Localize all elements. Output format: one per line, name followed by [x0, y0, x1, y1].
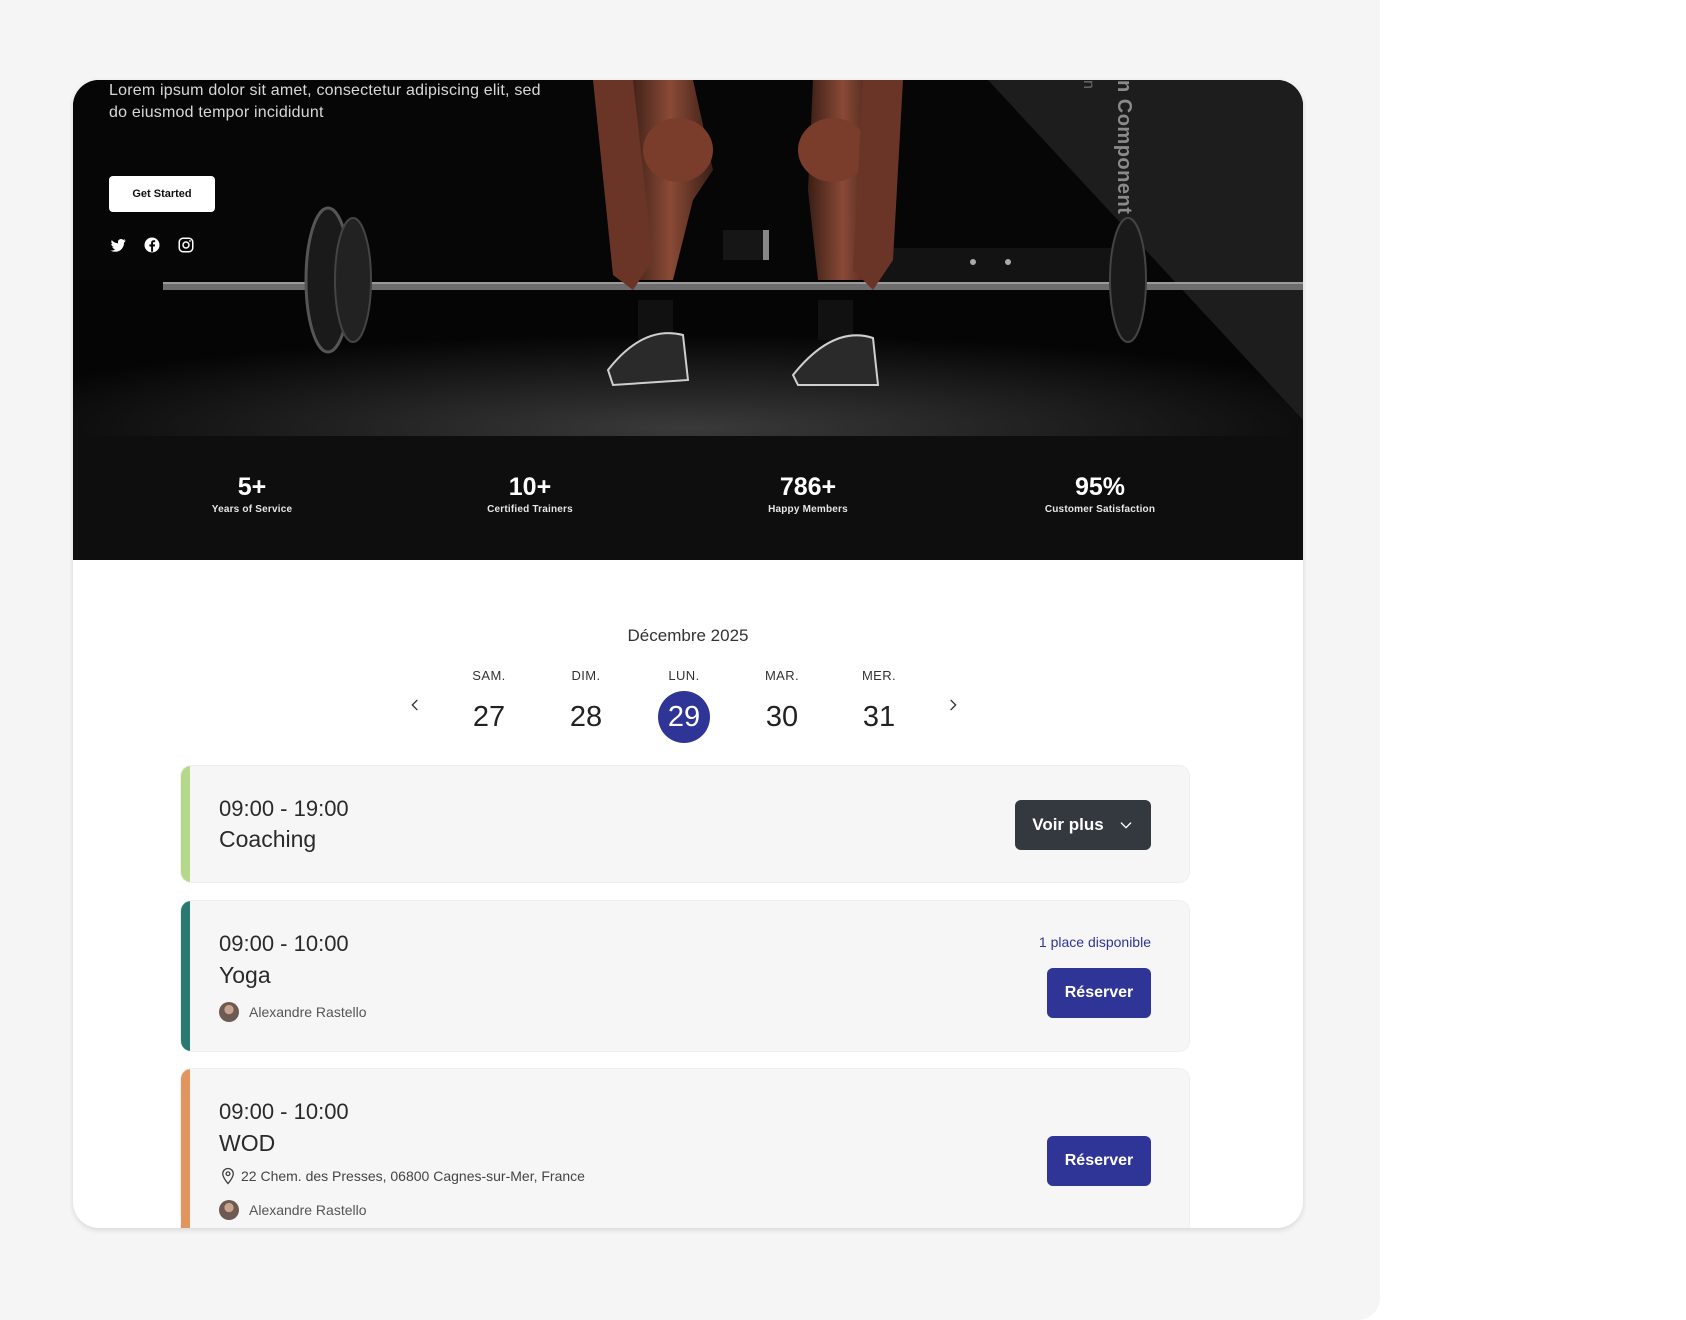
social-links: [109, 236, 195, 254]
vertical-label-fragment: n: [1080, 80, 1097, 89]
hero-description: Lorem ipsum dolor sit amet, consectetur …: [109, 82, 541, 121]
stat-label: Years of Service: [211, 504, 293, 515]
stat-years: 5+ Years of Service: [152, 472, 352, 515]
get-started-button[interactable]: Get Started: [109, 176, 215, 212]
day-date: 28: [569, 701, 603, 733]
vertical-label: n Component: [1113, 80, 1135, 215]
chevron-down-icon: [1120, 822, 1132, 829]
instagram-icon[interactable]: [177, 236, 195, 254]
chevron-right-icon: [950, 699, 957, 711]
event-title: WOD: [219, 1130, 276, 1156]
facebook-icon[interactable]: [143, 236, 161, 254]
event-address: 22 Chem. des Presses, 06800 Cagnes-sur-M…: [219, 1167, 585, 1185]
event-time: 09:00 - 10:00: [219, 931, 349, 956]
day-name: DIM.: [571, 668, 601, 683]
reserve-button[interactable]: Réserver: [1047, 1136, 1151, 1186]
calendar-day-27[interactable]: SAM. 27: [454, 666, 524, 743]
reserve-button[interactable]: Réserver: [1047, 968, 1151, 1018]
event-accent-bar: [181, 1069, 190, 1228]
event-card-coaching: 09:00 - 19:00 Coaching Voir plus: [181, 766, 1189, 882]
stat-trainers: 10+ Certified Trainers: [430, 472, 630, 515]
day-name: SAM.: [472, 668, 506, 683]
stat-value: 786+: [779, 473, 837, 501]
stat-value: 5+: [237, 473, 267, 501]
stat-value: 95%: [1074, 473, 1126, 501]
calendar-day-30[interactable]: MAR. 30: [747, 666, 817, 743]
event-title: Yoga: [219, 962, 271, 988]
trainer-name: Alexandre Rastello: [249, 1004, 367, 1020]
hero-section: Lorem ipsum dolor sit amet, consectetur …: [73, 80, 1303, 436]
location-pin-icon: [222, 1167, 234, 1185]
stats-bar: 5+ Years of Service 10+ Certified Traine…: [73, 436, 1303, 560]
main-card: Lorem ipsum dolor sit amet, consectetur …: [73, 80, 1303, 1228]
day-date: 27: [472, 701, 506, 733]
voir-plus-button[interactable]: Voir plus: [1015, 800, 1151, 850]
trainer-name: Alexandre Rastello: [249, 1202, 367, 1218]
event-title: Coaching: [219, 826, 317, 852]
voir-plus-label: Voir plus: [1032, 815, 1104, 834]
twitter-icon[interactable]: [109, 236, 127, 254]
event-trainer: Alexandre Rastello: [219, 1200, 367, 1220]
day-date: 29: [658, 691, 710, 743]
avatar: [219, 1200, 239, 1220]
event-time: 09:00 - 19:00: [219, 796, 349, 821]
day-name: MAR.: [764, 668, 800, 683]
day-name: MER.: [861, 668, 897, 683]
event-card-yoga: 09:00 - 10:00 Yoga Alexandre Rastello 1 …: [181, 901, 1189, 1051]
day-name: LUN.: [668, 668, 700, 683]
event-trainer: Alexandre Rastello: [219, 1002, 367, 1022]
chevron-left-icon: [411, 699, 418, 711]
event-card-wod: 09:00 - 10:00 WOD 22 Chem. des Presses, …: [181, 1069, 1189, 1228]
day-date: 31: [862, 701, 896, 733]
address-text: 22 Chem. des Presses, 06800 Cagnes-sur-M…: [241, 1168, 585, 1184]
calendar-day-28[interactable]: DIM. 28: [551, 666, 621, 743]
day-date: 30: [765, 701, 799, 733]
stat-label: Certified Trainers: [487, 504, 573, 515]
stat-satisfaction: 95% Customer Satisfaction: [1000, 472, 1200, 515]
stat-label: Customer Satisfaction: [1044, 504, 1156, 515]
next-week-button[interactable]: [941, 692, 965, 718]
event-accent-bar: [181, 901, 190, 1051]
event-time: 09:00 - 10:00: [219, 1099, 349, 1124]
stat-members: 786+ Happy Members: [708, 472, 908, 515]
stat-value: 10+: [508, 473, 552, 501]
event-accent-bar: [181, 766, 190, 882]
calendar-month: Décembre 2025: [627, 626, 749, 645]
availability-text: 1 place disponible: [1038, 934, 1151, 950]
avatar: [219, 1002, 239, 1022]
calendar-day-29-selected[interactable]: LUN. 29: [649, 666, 719, 743]
stat-label: Happy Members: [768, 504, 848, 515]
calendar-day-31[interactable]: MER. 31: [844, 666, 914, 743]
prev-week-button[interactable]: [403, 692, 427, 718]
